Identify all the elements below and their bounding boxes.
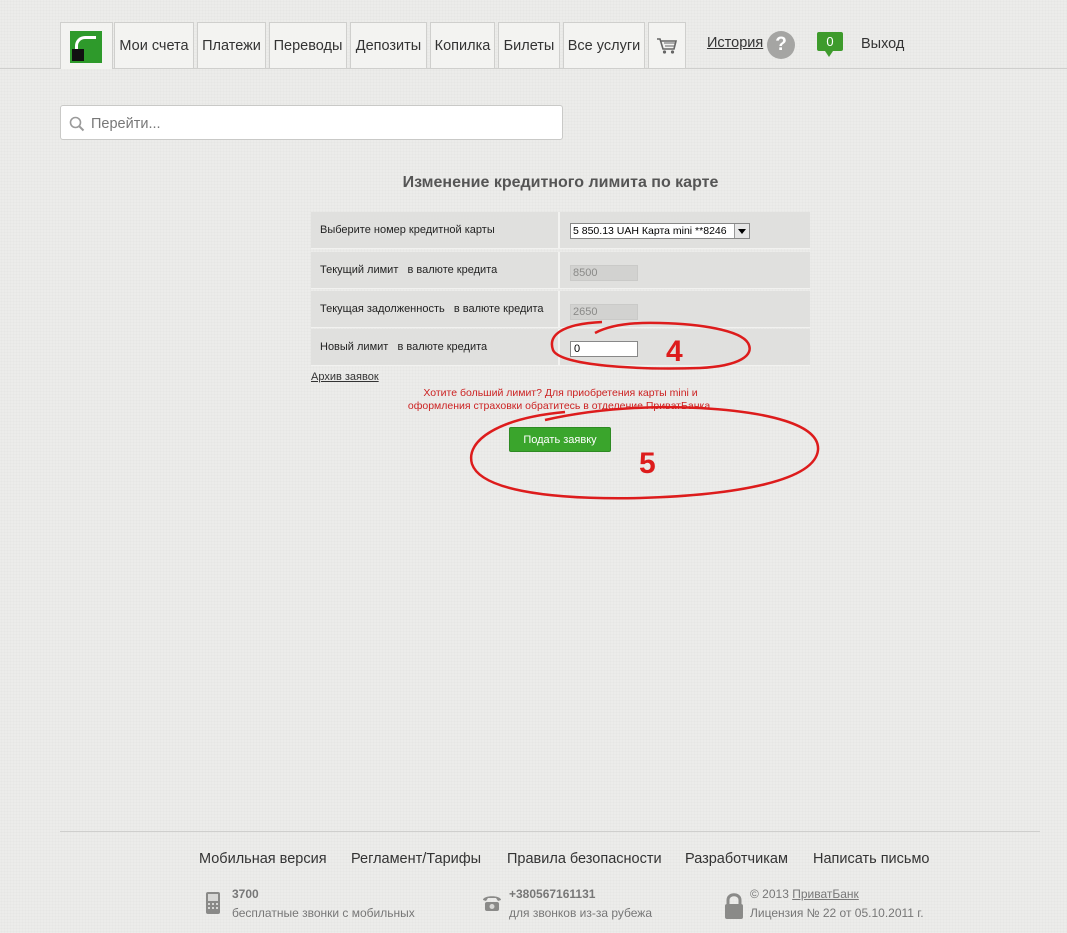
new-limit-row: Новый лимит в валюте кредита bbox=[311, 329, 810, 366]
chevron-down-icon[interactable] bbox=[734, 224, 749, 238]
tab-my-accounts[interactable]: Мои счета bbox=[114, 22, 194, 68]
top-navigation: Мои счета Платежи Переводы Депозиты Копи… bbox=[0, 0, 1067, 69]
footer-link-mobile[interactable]: Мобильная версия bbox=[199, 851, 327, 867]
cart-button[interactable] bbox=[648, 22, 686, 68]
tab-tickets[interactable]: Билеты bbox=[498, 22, 560, 68]
new-limit-label: Новый лимит в валюте кредита bbox=[320, 341, 488, 353]
promo-line-1: Хотите больший лимит? Для приобретения к… bbox=[423, 387, 698, 399]
footer-link-security[interactable]: Правила безопасности bbox=[507, 851, 662, 867]
copyright: © 2013 ПриватБанк bbox=[750, 887, 859, 901]
page-title: Изменение кредитного лимита по карте bbox=[402, 174, 719, 191]
new-limit-input[interactable] bbox=[570, 341, 638, 357]
current-limit-field: 8500 bbox=[570, 265, 638, 281]
footer-link-tariffs[interactable]: Регламент/Тарифы bbox=[351, 851, 481, 867]
abroad-number: +380567161131 bbox=[509, 887, 596, 901]
abroad-caption: для звонков из-за рубежа bbox=[509, 906, 653, 920]
search-box[interactable] bbox=[60, 105, 563, 140]
mobile-phone-icon bbox=[206, 892, 220, 914]
annotation-number-5: 5 bbox=[639, 447, 656, 480]
tab-all-services[interactable]: Все услуги bbox=[563, 22, 645, 68]
license-text: Лицензия № 22 от 05.10.2011 г. bbox=[750, 906, 924, 920]
privatbank-logo[interactable] bbox=[60, 22, 113, 69]
archive-link[interactable]: Архив заявок bbox=[311, 371, 379, 383]
tab-transfers[interactable]: Переводы bbox=[269, 22, 347, 68]
promo-line-2: оформления страховки обратитесь в отделе… bbox=[407, 400, 714, 412]
card-select[interactable]: 5 850.13 UAH Карта mini **8246 bbox=[570, 223, 750, 239]
footer-link-write-letter[interactable]: Написать письмо bbox=[813, 851, 930, 867]
messages-badge[interactable]: 0 bbox=[817, 32, 843, 57]
tab-deposits[interactable]: Депозиты bbox=[350, 22, 427, 68]
footer-divider bbox=[60, 831, 1040, 832]
telephone-icon bbox=[483, 896, 501, 911]
search-icon bbox=[69, 116, 85, 132]
annotation-circle-5 bbox=[469, 405, 820, 500]
copyright-prefix: © 2013 bbox=[750, 887, 793, 901]
submit-button[interactable]: Подать заявку bbox=[509, 427, 611, 452]
card-select-value: 5 850.13 UAH Карта mini **8246 bbox=[573, 225, 727, 237]
bank-name-link[interactable]: ПриватБанк bbox=[792, 887, 859, 901]
lock-icon bbox=[725, 893, 743, 919]
tab-payments[interactable]: Платежи bbox=[197, 22, 266, 68]
search-input[interactable] bbox=[89, 112, 553, 136]
help-icon[interactable]: ? bbox=[767, 31, 795, 59]
current-debt-row: Текущая задолженность в валюте кредита 2… bbox=[311, 291, 810, 328]
history-link[interactable]: История bbox=[707, 35, 763, 51]
current-limit-label: Текущий лимит в валюте кредита bbox=[320, 264, 498, 276]
footer-link-developers[interactable]: Разработчикам bbox=[685, 851, 788, 867]
card-select-label: Выберите номер кредитной карты bbox=[320, 224, 495, 236]
mobile-number: 3700 bbox=[232, 887, 259, 901]
tab-piggy-bank[interactable]: Копилка bbox=[430, 22, 495, 68]
promo-text: Хотите больший лимит? Для приобретения к… bbox=[0, 387, 1067, 413]
card-select-row: Выберите номер кредитной карты 5 850.13 … bbox=[311, 212, 810, 249]
current-debt-label: Текущая задолженность в валюте кредита bbox=[320, 303, 544, 315]
current-debt-field: 2650 bbox=[570, 304, 638, 320]
current-limit-row: Текущий лимит в валюте кредита 8500 bbox=[311, 252, 810, 289]
logo-mark-icon bbox=[70, 31, 102, 63]
mobile-caption: бесплатные звонки с мобильных bbox=[232, 906, 415, 920]
cart-icon bbox=[657, 37, 678, 54]
logout-link[interactable]: Выход bbox=[861, 36, 904, 52]
